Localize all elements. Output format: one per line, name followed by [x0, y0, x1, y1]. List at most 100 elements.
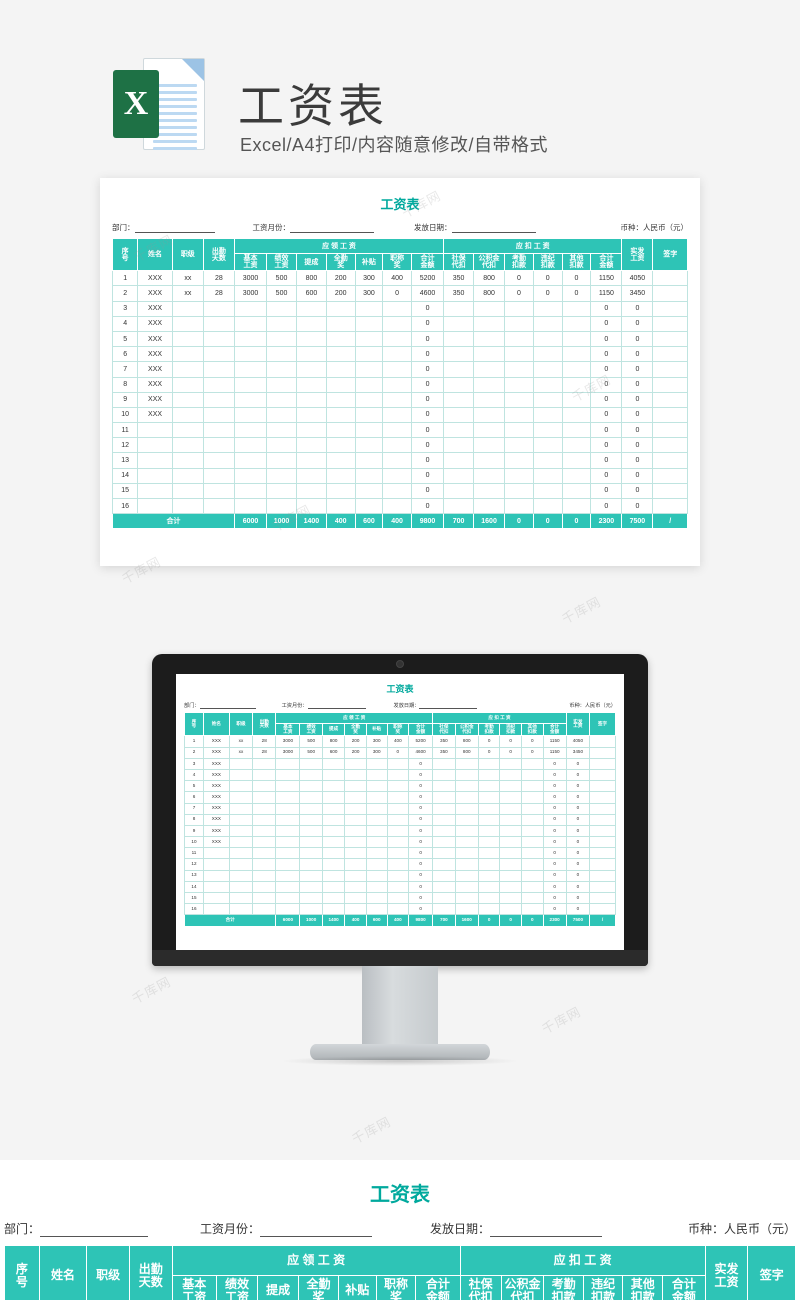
cell-no[interactable]: 7 — [184, 802, 204, 815]
cell-days[interactable] — [252, 891, 277, 905]
cell-attend_bonus[interactable]: 200 — [325, 285, 356, 302]
cell-total_deduct[interactable]: 0 — [542, 891, 567, 905]
cell-subsidy[interactable] — [354, 482, 384, 500]
cell-subsidy[interactable] — [365, 847, 388, 860]
cell-net_pay[interactable]: 0 — [621, 391, 654, 408]
cell-social[interactable] — [443, 437, 475, 454]
cell-discipline_deduct[interactable] — [499, 891, 522, 905]
cell-net_pay[interactable]: 0 — [565, 903, 591, 916]
cell-attendance_deduct[interactable] — [477, 757, 501, 770]
cell-social[interactable] — [443, 300, 475, 317]
cell-other_deduct[interactable] — [520, 768, 544, 782]
cell-commission[interactable] — [295, 315, 327, 332]
cell-attendance_deduct[interactable] — [504, 361, 534, 378]
cell-net_pay[interactable]: 0 — [565, 847, 591, 860]
cell-subsidy[interactable] — [365, 903, 388, 916]
cell-other_deduct[interactable] — [520, 891, 544, 905]
cell-days[interactable] — [252, 824, 277, 838]
cell-social[interactable] — [432, 836, 456, 849]
cell-seniority[interactable] — [386, 768, 410, 782]
cell-commission[interactable] — [321, 880, 346, 894]
cell-perf[interactable]: 500 — [266, 270, 297, 287]
cell-days[interactable] — [202, 330, 235, 348]
cell-other_deduct[interactable] — [520, 780, 544, 793]
cell-social[interactable] — [443, 467, 475, 484]
cell-subsidy[interactable] — [365, 780, 388, 793]
cell-base[interactable] — [233, 467, 268, 484]
cell-subsidy[interactable]: 300 — [365, 735, 388, 748]
cell-days[interactable]: 28 — [202, 285, 235, 302]
cell-attend_bonus[interactable]: 200 — [344, 746, 367, 759]
cell-perf[interactable] — [299, 802, 323, 815]
cell-perf[interactable] — [266, 391, 297, 408]
cell-net_pay[interactable]: 0 — [565, 791, 591, 804]
cell-days[interactable] — [252, 858, 277, 871]
cell-attend_bonus[interactable] — [325, 361, 356, 378]
cell-total_payable[interactable]: 0 — [408, 880, 434, 894]
preview-card-zoomed[interactable]: 工资表 部门： 工资月份： 发放日期： 币种：人民币（元） 序 号 姓名 职级 … — [0, 1160, 800, 1300]
cell-subsidy[interactable] — [365, 880, 388, 894]
cell-perf[interactable] — [266, 452, 297, 469]
cell-no[interactable]: 14 — [184, 880, 204, 894]
cell-total_deduct[interactable]: 1150 — [542, 746, 567, 759]
cell-subsidy[interactable] — [354, 346, 384, 363]
cell-days[interactable]: 28 — [202, 270, 235, 287]
cell-name[interactable]: XXX — [137, 270, 173, 287]
cell-perf[interactable] — [266, 482, 297, 500]
cell-attendance_deduct[interactable] — [504, 467, 534, 484]
cell-seniority[interactable] — [382, 315, 412, 332]
cell-net_pay[interactable]: 0 — [621, 422, 654, 439]
cell-days[interactable] — [202, 467, 235, 484]
cell-days[interactable] — [252, 780, 277, 793]
cell-seniority[interactable]: 0 — [386, 746, 410, 759]
cell-no[interactable]: 6 — [111, 346, 139, 363]
cell-commission[interactable] — [321, 903, 346, 916]
cell-signature[interactable] — [652, 361, 688, 378]
cell-commission[interactable] — [295, 467, 327, 484]
cell-level[interactable] — [228, 847, 254, 860]
cell-no[interactable]: 10 — [111, 406, 139, 424]
cell-name[interactable] — [202, 869, 230, 882]
cell-fund[interactable]: 800 — [454, 746, 479, 759]
cell-seniority[interactable]: 400 — [386, 735, 410, 748]
cell-commission[interactable] — [321, 802, 346, 815]
cell-signature[interactable] — [652, 406, 688, 424]
cell-base[interactable] — [233, 422, 268, 439]
cell-total_deduct[interactable]: 0 — [542, 869, 567, 882]
cell-total_deduct[interactable]: 0 — [542, 836, 567, 849]
cell-fund[interactable]: 800 — [473, 285, 506, 302]
cell-commission[interactable] — [295, 406, 327, 424]
cell-perf[interactable] — [266, 437, 297, 454]
cell-perf[interactable] — [299, 780, 323, 793]
cell-no[interactable]: 4 — [184, 768, 204, 782]
cell-other_deduct[interactable] — [561, 376, 592, 393]
cell-seniority[interactable]: 400 — [382, 270, 412, 287]
cell-social[interactable] — [443, 361, 475, 378]
cell-signature[interactable] — [652, 482, 688, 500]
cell-discipline_deduct[interactable] — [499, 757, 522, 770]
cell-social[interactable] — [443, 482, 475, 500]
cell-seniority[interactable] — [382, 467, 412, 484]
cell-commission[interactable] — [295, 437, 327, 454]
cell-total_deduct[interactable]: 1150 — [590, 285, 623, 302]
cell-base[interactable] — [275, 891, 301, 905]
cell-commission[interactable] — [295, 376, 327, 393]
cell-other_deduct[interactable] — [520, 903, 544, 916]
cell-total_payable[interactable]: 0 — [408, 802, 434, 815]
cell-name[interactable]: XXX — [202, 780, 230, 793]
cell-social[interactable] — [443, 406, 475, 424]
cell-social[interactable] — [432, 802, 456, 815]
cell-social[interactable] — [432, 858, 456, 871]
cell-attend_bonus[interactable] — [325, 482, 356, 500]
cell-commission[interactable]: 600 — [321, 746, 346, 759]
cell-name[interactable]: XXX — [137, 300, 173, 317]
cell-name[interactable]: XXX — [202, 824, 230, 838]
cell-signature[interactable] — [652, 346, 688, 363]
cell-total_payable[interactable]: 0 — [410, 467, 445, 484]
cell-total_payable[interactable]: 0 — [410, 497, 445, 515]
cell-attendance_deduct[interactable] — [504, 330, 534, 348]
cell-total_payable[interactable]: 0 — [410, 300, 445, 317]
cell-discipline_deduct[interactable] — [499, 813, 522, 826]
cell-perf[interactable] — [299, 869, 323, 882]
cell-commission[interactable] — [295, 346, 327, 363]
